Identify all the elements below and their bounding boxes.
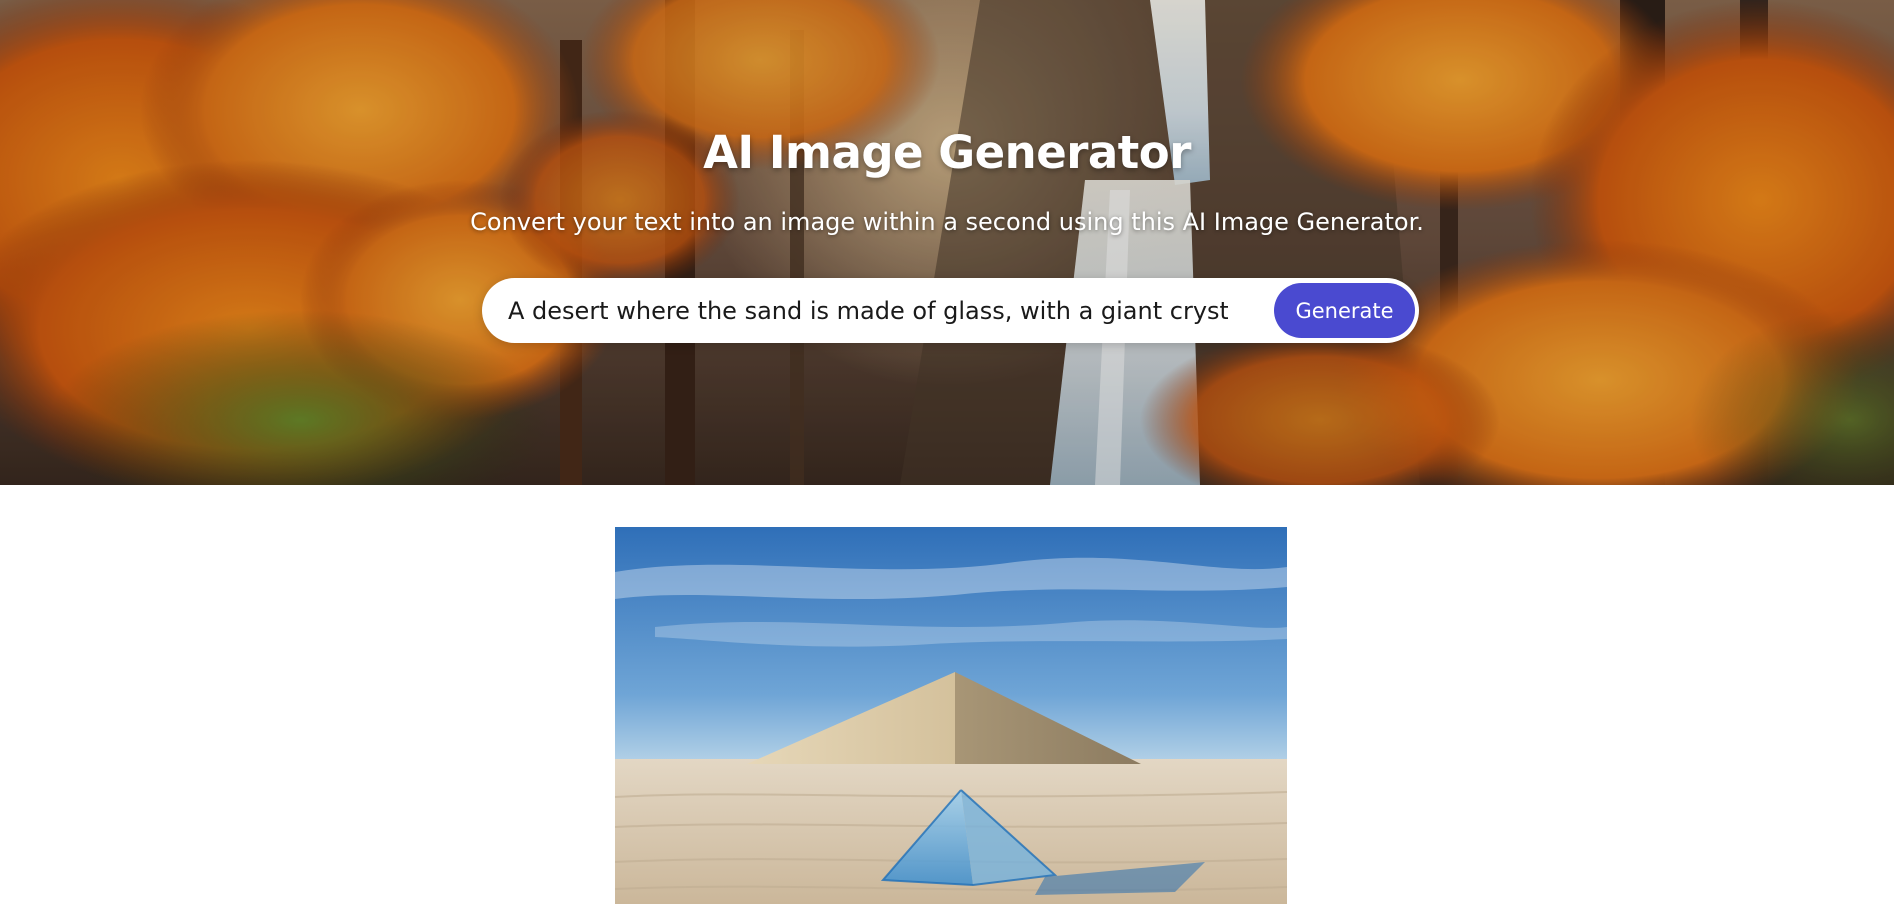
page-subtitle: Convert your text into an image within a… — [470, 208, 1424, 236]
generated-image-content — [615, 527, 1287, 904]
prompt-form: Generate — [482, 278, 1419, 343]
prompt-input[interactable] — [508, 286, 1228, 335]
page-title: AI Image Generator — [703, 126, 1191, 179]
generate-button[interactable]: Generate — [1274, 283, 1415, 338]
hero-section: AI Image Generator Convert your text int… — [0, 0, 1894, 485]
generated-image — [615, 527, 1287, 904]
hero-content: AI Image Generator Convert your text int… — [0, 0, 1894, 485]
